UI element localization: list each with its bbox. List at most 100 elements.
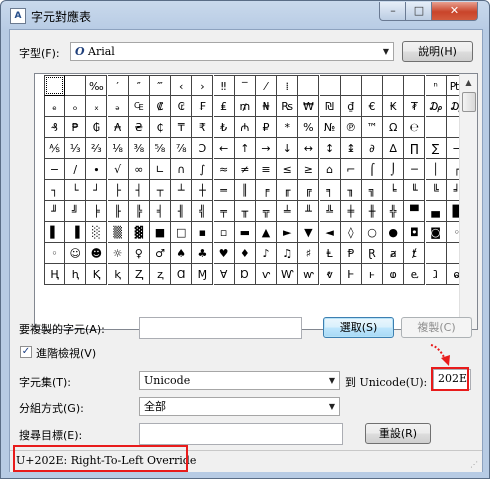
character-cell[interactable]: ◊: [340, 222, 362, 243]
character-cell[interactable]: ₣: [192, 96, 214, 117]
character-cell[interactable]: ⌡: [383, 159, 405, 180]
character-cell[interactable]: ₤: [213, 96, 235, 117]
character-cell[interactable]: [319, 75, 341, 96]
character-cell[interactable]: ▲: [256, 222, 277, 243]
character-cell[interactable]: ╧: [277, 201, 299, 222]
character-cell[interactable]: ⌂: [319, 159, 341, 180]
character-cell[interactable]: [340, 75, 362, 96]
character-cell[interactable]: ⌠: [362, 159, 383, 180]
character-cell[interactable]: ⅜: [128, 138, 150, 159]
character-cell[interactable]: ♀: [128, 243, 150, 264]
character-cell[interactable]: ⅛: [107, 138, 129, 159]
character-cell[interactable]: ╖: [340, 180, 362, 201]
character-cell[interactable]: ┐: [44, 180, 65, 201]
character-cell[interactable]: ₔ: [107, 96, 129, 117]
character-cell[interactable]: ⱨ: [65, 264, 87, 285]
character-cell[interactable]: ●: [383, 222, 405, 243]
character-cell[interactable]: ₑ: [44, 96, 65, 117]
character-cell[interactable]: ⅓: [65, 138, 87, 159]
character-cell[interactable]: ◙: [425, 222, 447, 243]
grid-scrollbar[interactable]: ▲ ▼: [459, 74, 477, 329]
character-cell[interactable]: ▓: [128, 222, 150, 243]
character-cell[interactable]: ╝: [65, 201, 87, 222]
character-cell[interactable]: ○: [362, 222, 383, 243]
character-cell[interactable]: −: [44, 159, 65, 180]
character-cell[interactable]: ∑: [425, 138, 447, 159]
character-cell[interactable]: ⱸ: [404, 264, 426, 285]
character-cell[interactable]: ▼: [298, 222, 320, 243]
character-cell[interactable]: ⌐: [340, 159, 362, 180]
character-cell[interactable]: ₮: [404, 96, 426, 117]
character-cell[interactable]: [298, 75, 320, 96]
character-cell[interactable]: ╒: [256, 180, 277, 201]
character-cell[interactable]: ₒ: [65, 96, 87, 117]
character-cell[interactable]: Ⱶ: [340, 264, 362, 285]
character-cell[interactable]: ╔: [298, 180, 320, 201]
character-cell[interactable]: ₱: [65, 117, 87, 138]
help-button[interactable]: 說明(H): [402, 41, 473, 62]
character-cell[interactable]: ◦: [44, 243, 65, 264]
character-cell[interactable]: №: [319, 117, 341, 138]
select-button[interactable]: 選取(S): [323, 317, 394, 338]
character-cell[interactable]: ₓ: [86, 96, 108, 117]
character-cell[interactable]: ≥: [298, 159, 320, 180]
character-cell[interactable]: ‰: [86, 75, 108, 96]
copy-button[interactable]: 複製(C): [401, 317, 472, 338]
character-cell[interactable]: ╣: [192, 201, 214, 222]
advanced-view-checkbox[interactable]: ✓: [20, 346, 32, 358]
character-cell[interactable]: *: [277, 117, 299, 138]
character-cell[interactable]: ╥: [234, 201, 256, 222]
character-cell[interactable]: ▫: [213, 222, 235, 243]
character-cell[interactable]: ╠: [128, 201, 150, 222]
character-cell[interactable]: ╙: [404, 180, 426, 201]
charset-select[interactable]: Unicode ▼: [139, 371, 340, 390]
character-cell[interactable]: [425, 117, 447, 138]
character-cell[interactable]: ┴: [171, 180, 193, 201]
character-cell[interactable]: ‴: [150, 75, 171, 96]
character-cell[interactable]: ╫: [362, 201, 383, 222]
character-cell[interactable]: ₴: [128, 117, 150, 138]
character-cell[interactable]: ♦: [234, 243, 256, 264]
character-cell[interactable]: ⱶ: [362, 264, 383, 285]
character-cell[interactable]: ├: [107, 180, 129, 201]
character-cell[interactable]: Ɒ: [234, 264, 256, 285]
character-cell[interactable]: ↑: [234, 138, 256, 159]
character-cell[interactable]: Ᵽ: [340, 243, 362, 264]
character-cell[interactable]: [425, 243, 447, 264]
character-cell[interactable]: [65, 75, 87, 96]
character-cell[interactable]: ∞: [128, 159, 150, 180]
character-cell[interactable]: ‹: [171, 75, 193, 96]
character-cell[interactable]: ↓: [277, 138, 299, 159]
character-cell[interactable]: ▐: [65, 222, 87, 243]
scroll-up-icon[interactable]: ▲: [460, 74, 477, 91]
character-cell[interactable]: ≡: [256, 159, 277, 180]
character-cell[interactable]: ║: [234, 180, 256, 201]
character-cell[interactable]: ₲: [86, 117, 108, 138]
character-cell[interactable]: ₺: [213, 117, 235, 138]
character-cell[interactable]: │: [425, 159, 447, 180]
character-cell[interactable]: Ⱡ: [319, 243, 341, 264]
character-cell[interactable]: ℗: [340, 117, 362, 138]
character-cell[interactable]: ⱷ: [383, 264, 405, 285]
character-cell[interactable]: ∏: [404, 138, 426, 159]
character-cell[interactable]: ↔: [298, 138, 320, 159]
character-cell[interactable]: Ω: [383, 117, 405, 138]
character-cell[interactable]: ♂: [150, 243, 171, 264]
character-cell[interactable]: Ⱬ: [128, 264, 150, 285]
character-cell[interactable]: ←: [213, 138, 235, 159]
character-cell[interactable]: ⱪ: [107, 264, 129, 285]
character-cell[interactable]: ₠: [128, 96, 150, 117]
character-cell[interactable]: ▪: [192, 222, 214, 243]
character-cell[interactable]: ⱦ: [404, 243, 426, 264]
character-cell[interactable]: ∆: [383, 138, 405, 159]
character-cell[interactable]: ⁞: [277, 75, 299, 96]
character-cell[interactable]: ╗: [362, 180, 383, 201]
character-cell[interactable]: ╢: [171, 201, 193, 222]
character-cell[interactable]: ⱳ: [298, 264, 320, 285]
character-cell[interactable]: ₢: [171, 96, 193, 117]
close-button[interactable]: ✕: [431, 2, 478, 21]
character-cell[interactable]: ╤: [213, 201, 235, 222]
reset-button[interactable]: 重設(R): [365, 423, 431, 444]
character-cell[interactable]: ┤: [128, 180, 150, 201]
character-cell[interactable]: ♫: [277, 243, 299, 264]
